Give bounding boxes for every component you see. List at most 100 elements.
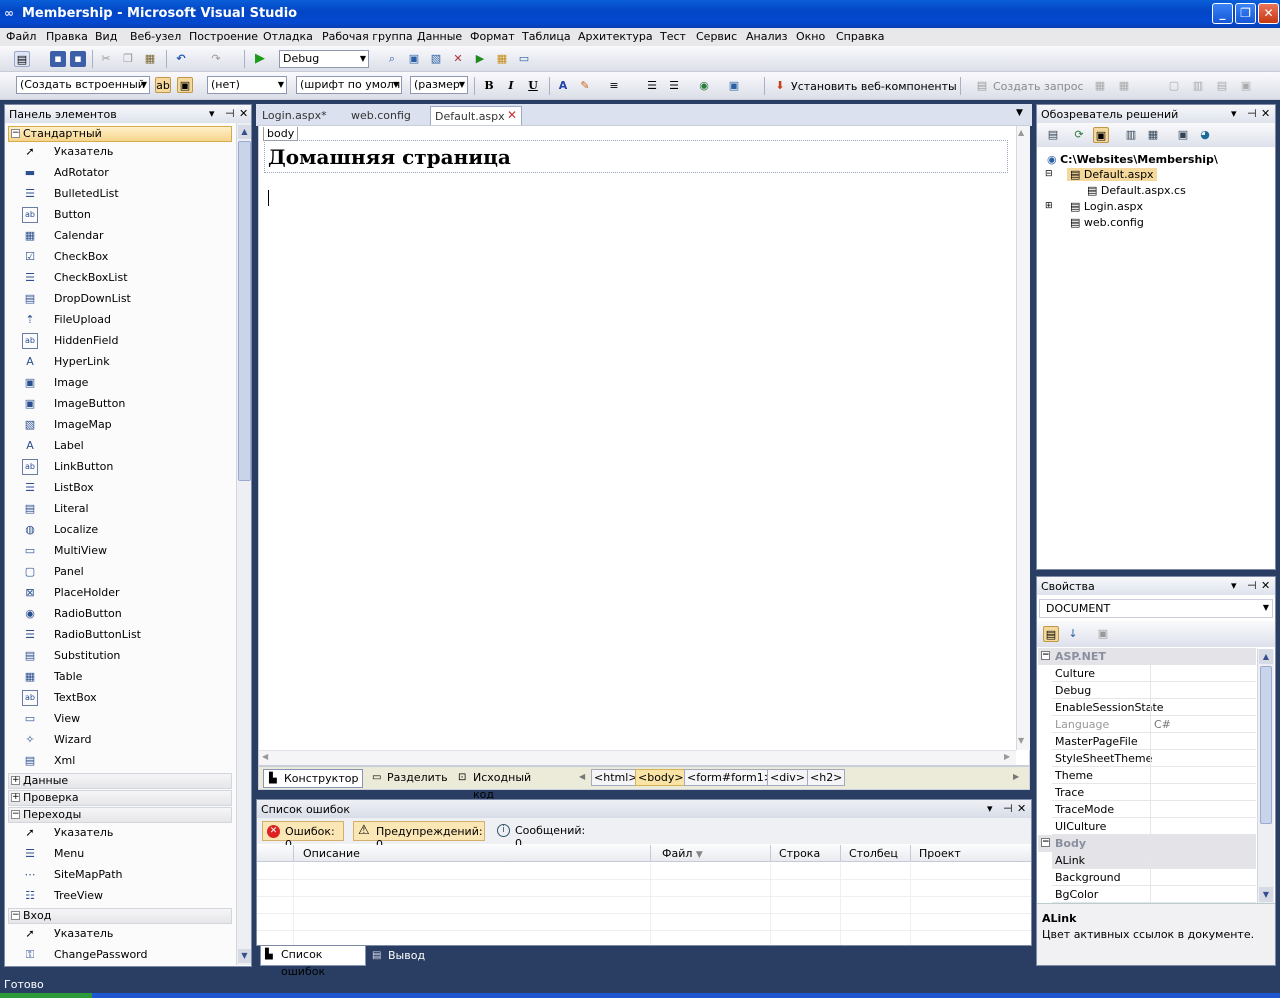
save-all-icon[interactable]: ▪ bbox=[70, 51, 86, 67]
toolbox-item[interactable]: ☰ RadioButtonList bbox=[0, 624, 228, 645]
tab-list-dropdown-icon[interactable]: ▼ bbox=[1016, 108, 1023, 118]
toolbox-item[interactable]: ✧ Wizard bbox=[0, 729, 228, 750]
asp-config-icon[interactable]: ◕ bbox=[1197, 127, 1213, 143]
table-icon[interactable]: ▦ bbox=[1092, 78, 1108, 94]
editor-vscrollbar[interactable]: ▲ ▼ bbox=[1016, 126, 1030, 750]
error-list-dropdown-icon[interactable]: ▾ bbox=[987, 802, 993, 815]
expander-login[interactable]: ⊞ bbox=[1045, 201, 1053, 211]
create-query-icon[interactable]: ▤ bbox=[974, 78, 990, 94]
design-surface[interactable]: body Домашняя страница ▲ ▼ ◀ ▶ bbox=[258, 125, 1030, 766]
menu-tools[interactable]: Сервис bbox=[696, 30, 737, 43]
close-button[interactable]: ✕ bbox=[1258, 3, 1279, 24]
tab-designer[interactable]: ▙ Конструктор bbox=[263, 769, 363, 788]
property-pages-icon[interactable]: ▣ bbox=[1095, 626, 1111, 642]
toolbox-group-1[interactable]: + Данные bbox=[8, 773, 232, 789]
expand-icon[interactable]: + bbox=[11, 793, 20, 802]
create-query-button[interactable]: Создать запрос bbox=[993, 80, 1084, 93]
menu-data[interactable]: Данные bbox=[417, 30, 462, 43]
cut-icon[interactable]: ✂ bbox=[98, 51, 114, 67]
menu-file[interactable]: Файл bbox=[6, 30, 36, 43]
style-combo[interactable]: (Создать встроенный ▼ bbox=[16, 76, 150, 94]
property-row[interactable]: Culture bbox=[1052, 665, 1256, 682]
menu-team[interactable]: Рабочая группа bbox=[322, 30, 413, 43]
bold-button[interactable]: B bbox=[481, 78, 497, 94]
menu-view[interactable]: Вид bbox=[95, 30, 117, 43]
tree-login-aspx[interactable]: ▤ Login.aspx bbox=[1070, 200, 1143, 213]
redo-icon[interactable]: ↷ bbox=[208, 51, 224, 67]
menu-build[interactable]: Построение bbox=[189, 30, 258, 43]
solution-explorer-icon[interactable]: ▣ bbox=[406, 51, 422, 67]
toolbox-item[interactable]: ▧ ImageMap bbox=[0, 414, 228, 435]
toolbox-scrollbar[interactable]: ▲ ▼ bbox=[236, 123, 251, 965]
toolbox-item[interactable]: ⊠ PlaceHolder bbox=[0, 582, 228, 603]
layer-icon[interactable]: ▢ bbox=[1166, 78, 1182, 94]
view-designer-icon[interactable]: ▦ bbox=[1145, 127, 1161, 143]
italic-button[interactable]: I bbox=[503, 78, 519, 94]
tree-default-aspx[interactable]: ▤ Default.aspx bbox=[1067, 168, 1157, 181]
font-color-icon[interactable]: A bbox=[555, 78, 571, 94]
toolbox-item[interactable]: A Label bbox=[0, 435, 228, 456]
tab-default-aspx[interactable]: Default.aspx ✕ bbox=[430, 106, 522, 125]
properties-scrollbar[interactable]: ▲ ▼ bbox=[1257, 649, 1274, 903]
toolbox-item[interactable]: ▦ Calendar bbox=[0, 225, 228, 246]
install-web-components-icon[interactable]: ⬇ bbox=[772, 78, 788, 94]
properties-view-icon[interactable]: ▤ bbox=[1045, 127, 1061, 143]
toolbox-item[interactable]: ▤ Xml bbox=[0, 750, 228, 771]
expand-icon[interactable]: + bbox=[11, 776, 20, 785]
errors-filter-button[interactable]: ✕Ошибок: 0 bbox=[262, 821, 344, 851]
property-row[interactable]: Trace bbox=[1052, 784, 1256, 801]
property-row[interactable]: Language C# bbox=[1052, 716, 1256, 733]
align-icon[interactable]: ≡ bbox=[606, 78, 622, 94]
messages-filter-button[interactable]: i Сообщений: 0 bbox=[495, 821, 595, 850]
object-selector[interactable]: DOCUMENT ▼ bbox=[1039, 599, 1273, 618]
undo-icon[interactable]: ↶ bbox=[173, 51, 189, 67]
install-web-components-button[interactable]: Установить веб-компоненты bbox=[791, 80, 957, 93]
property-row[interactable]: TraceMode bbox=[1052, 801, 1256, 818]
tree-default-aspx-cs[interactable]: ▤ Default.aspx.cs bbox=[1087, 184, 1186, 197]
toolbox-item[interactable]: ▬ AdRotator bbox=[0, 162, 228, 183]
properties-icon[interactable]: ▧ bbox=[428, 51, 444, 67]
menu-help[interactable]: Справка bbox=[836, 30, 884, 43]
highlight-icon[interactable]: ✎ bbox=[577, 78, 593, 94]
toolbox-group-2[interactable]: + Проверка bbox=[8, 790, 232, 806]
toolbox-item[interactable]: ⋯ SiteMapPath bbox=[0, 864, 228, 885]
view-code-icon[interactable]: ▥ bbox=[1123, 127, 1139, 143]
alphabetical-icon[interactable]: ↓ bbox=[1065, 626, 1081, 642]
style-apply-icon[interactable]: ab bbox=[155, 77, 171, 93]
copy-icon[interactable]: ❐ bbox=[120, 51, 136, 67]
solution-root[interactable]: ◉ C:\Websites\Membership\ bbox=[1047, 153, 1218, 166]
toolbox-item[interactable]: ▤ Literal bbox=[0, 498, 228, 519]
toolbox-item[interactable]: ⇡ FileUpload bbox=[0, 309, 228, 330]
toolbox-item[interactable]: ▣ Image bbox=[0, 372, 228, 393]
refresh-icon[interactable]: ⟳ bbox=[1071, 127, 1087, 143]
block-format-combo[interactable]: (нет) ▼ bbox=[207, 76, 287, 94]
toolbox-item[interactable]: ➚ Указатель bbox=[0, 141, 228, 162]
menu-window[interactable]: Окно bbox=[796, 30, 825, 43]
menu-edit[interactable]: Правка bbox=[46, 30, 88, 43]
tab-split[interactable]: ▭ Разделить bbox=[367, 769, 451, 788]
underline-button[interactable]: U bbox=[525, 78, 541, 94]
tree-web-config[interactable]: ▤ web.config bbox=[1070, 216, 1144, 229]
menu-architecture[interactable]: Архитектура bbox=[578, 30, 653, 43]
heading-box[interactable]: Домашняя страница bbox=[264, 140, 1008, 173]
toolbox-item[interactable]: ab Button bbox=[0, 204, 228, 225]
result-icon[interactable]: ▣ bbox=[1238, 78, 1254, 94]
property-value[interactable]: C# bbox=[1154, 718, 1171, 731]
hyperlink-icon[interactable]: ◉ bbox=[696, 78, 712, 94]
menu-format[interactable]: Формат bbox=[470, 30, 515, 43]
collapse-icon[interactable]: − bbox=[1041, 651, 1050, 660]
new-project-icon[interactable]: ▤ bbox=[14, 51, 30, 67]
collapse-icon[interactable]: − bbox=[11, 129, 20, 138]
property-row[interactable]: Theme bbox=[1052, 767, 1256, 784]
toolbox-group-3[interactable]: − Переходы bbox=[8, 807, 232, 823]
property-row[interactable]: EnableSessionState bbox=[1052, 699, 1256, 716]
toolbox-item[interactable]: ☰ CheckBoxList bbox=[0, 267, 228, 288]
command-window-icon[interactable]: ▭ bbox=[516, 51, 532, 67]
column-column[interactable]: Столбец bbox=[849, 847, 898, 860]
config-combo[interactable]: Debug ▼ bbox=[279, 50, 369, 68]
properties-pin-icon[interactable]: ⊣ bbox=[1247, 579, 1257, 592]
property-row[interactable]: Background bbox=[1052, 869, 1256, 886]
menu-website[interactable]: Веб-узел bbox=[130, 30, 181, 43]
tab-login-aspx[interactable]: Login.aspx* bbox=[258, 106, 344, 125]
error-list-pin-icon[interactable]: ⊣ bbox=[1003, 802, 1013, 815]
